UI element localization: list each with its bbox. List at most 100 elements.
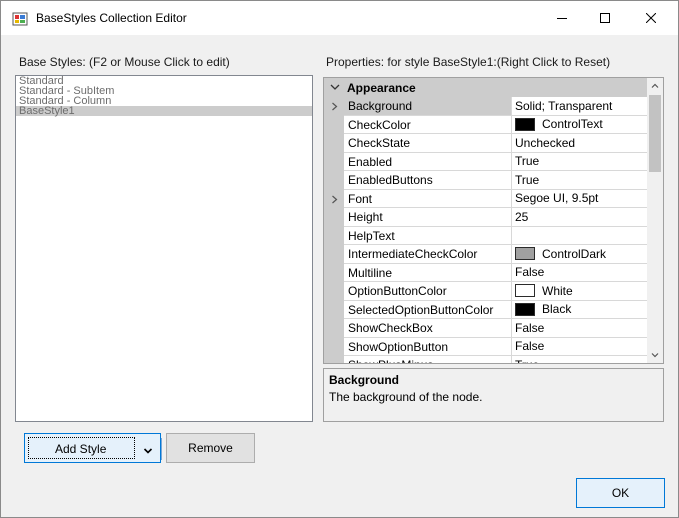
chevron-down-icon bbox=[651, 353, 659, 358]
property-value-text: ControlDark bbox=[542, 246, 607, 261]
property-row[interactable]: EnabledButtons True bbox=[324, 171, 648, 190]
property-row[interactable]: Height 25 bbox=[324, 208, 648, 227]
property-row-margin bbox=[324, 263, 344, 282]
property-row[interactable]: ShowPlusMinusTrue bbox=[324, 356, 648, 363]
property-name[interactable]: Height bbox=[344, 208, 512, 227]
property-row-margin bbox=[324, 208, 344, 227]
properties-label: Properties: for style BaseStyle1:(Right … bbox=[326, 55, 611, 69]
property-value-text: False bbox=[515, 339, 545, 354]
property-value-text: Black bbox=[542, 302, 572, 317]
property-value[interactable]: Unchecked bbox=[512, 134, 648, 153]
property-name[interactable]: CheckColor bbox=[344, 115, 512, 134]
property-name[interactable]: SelectedOptionButtonColor bbox=[344, 300, 512, 319]
property-value[interactable]: ControlText bbox=[512, 116, 648, 134]
add-style-dropdown-button[interactable] bbox=[143, 444, 153, 458]
property-name[interactable]: Font bbox=[344, 189, 512, 208]
property-row-margin bbox=[324, 134, 344, 153]
property-row-margin bbox=[324, 356, 344, 363]
property-value-text: False bbox=[515, 265, 545, 280]
close-icon bbox=[646, 13, 656, 23]
property-row-margin bbox=[324, 97, 344, 116]
property-value[interactable]: False bbox=[512, 338, 648, 356]
property-value-text: False bbox=[515, 320, 545, 335]
property-value-text: True bbox=[515, 172, 540, 187]
property-value[interactable]: False bbox=[512, 264, 648, 282]
chevron-right-icon[interactable] bbox=[331, 195, 338, 204]
property-value-text: True bbox=[515, 356, 539, 363]
close-button[interactable] bbox=[628, 1, 674, 35]
description-pane: Background The background of the node. bbox=[323, 368, 664, 422]
chevron-right-icon[interactable] bbox=[331, 102, 338, 111]
window-title: BaseStyles Collection Editor bbox=[36, 11, 187, 25]
chevron-down-icon[interactable] bbox=[330, 82, 340, 92]
property-name[interactable]: OptionButtonColor bbox=[344, 282, 512, 301]
property-name[interactable]: Multiline bbox=[344, 263, 512, 282]
property-grid-scrollbar[interactable] bbox=[647, 78, 663, 363]
property-value[interactable]: Black bbox=[512, 301, 648, 319]
property-row-margin bbox=[324, 282, 344, 301]
property-row[interactable]: OptionButtonColor White bbox=[324, 282, 648, 301]
property-value[interactable]: False bbox=[512, 319, 648, 338]
property-row[interactable]: ShowCheckBox False bbox=[324, 319, 648, 338]
property-value[interactable]: True bbox=[512, 356, 648, 363]
property-name[interactable]: IntermediateCheckColor bbox=[344, 245, 512, 264]
property-row[interactable]: Font Segoe UI, 9.5pt bbox=[324, 189, 648, 208]
ok-button[interactable]: OK bbox=[576, 478, 665, 508]
property-row[interactable]: Background Solid; Transparent bbox=[324, 97, 648, 116]
property-row-margin bbox=[324, 337, 344, 356]
color-swatch bbox=[515, 247, 535, 261]
split-separator bbox=[161, 438, 162, 460]
property-row-margin bbox=[324, 245, 344, 264]
property-name[interactable]: ShowPlusMinus bbox=[344, 356, 512, 363]
property-value[interactable]: Segoe UI, 9.5pt bbox=[512, 190, 648, 208]
property-row[interactable]: Multiline False bbox=[324, 263, 648, 282]
minimize-icon bbox=[557, 18, 567, 19]
title-bar[interactable]: BaseStyles Collection Editor bbox=[1, 1, 678, 35]
scroll-thumb[interactable] bbox=[649, 95, 661, 172]
property-grid[interactable]: Appearance Background Solid; Transparent C… bbox=[323, 77, 664, 364]
property-value[interactable] bbox=[512, 227, 648, 245]
property-row[interactable]: Enabled True bbox=[324, 152, 648, 171]
base-styles-list[interactable]: Standard Standard - SubItem Standard - C… bbox=[15, 75, 313, 422]
property-value-text: Segoe UI, 9.5pt bbox=[515, 191, 599, 206]
property-row[interactable]: HelpText bbox=[324, 226, 648, 245]
property-row[interactable]: CheckColor ControlText bbox=[324, 115, 648, 134]
scroll-down-button[interactable] bbox=[647, 347, 663, 363]
property-value[interactable]: True bbox=[512, 171, 648, 190]
property-value[interactable]: ControlDark bbox=[512, 245, 648, 264]
property-value-text: True bbox=[515, 154, 540, 169]
chevron-down-icon bbox=[143, 448, 153, 454]
property-row[interactable]: CheckState Unchecked bbox=[324, 134, 648, 153]
remove-button[interactable]: Remove bbox=[166, 433, 255, 463]
maximize-button[interactable] bbox=[582, 1, 628, 35]
property-value[interactable]: White bbox=[512, 282, 648, 301]
property-value[interactable]: True bbox=[512, 153, 648, 171]
property-row[interactable]: SelectedOptionButtonColor Black bbox=[324, 300, 648, 319]
property-value[interactable]: 25 bbox=[512, 208, 648, 227]
property-row[interactable]: IntermediateCheckColor ControlDark bbox=[324, 245, 648, 264]
property-name[interactable]: CheckState bbox=[344, 134, 512, 153]
list-item-selected[interactable]: BaseStyle1 bbox=[16, 106, 312, 117]
property-value-text: Unchecked bbox=[515, 135, 576, 150]
property-name[interactable]: ShowCheckBox bbox=[344, 319, 512, 338]
add-style-split-button[interactable]: Add Style bbox=[24, 433, 162, 463]
property-value[interactable]: Solid; Transparent bbox=[512, 97, 648, 116]
property-value-text: White bbox=[542, 283, 573, 298]
property-row-margin bbox=[324, 152, 344, 171]
property-row-margin bbox=[324, 189, 344, 208]
property-name[interactable]: HelpText bbox=[344, 226, 512, 245]
category-appearance[interactable]: Appearance bbox=[324, 78, 648, 97]
color-swatch bbox=[515, 284, 535, 298]
color-swatch bbox=[515, 302, 535, 316]
property-name[interactable]: ShowOptionButton bbox=[344, 337, 512, 356]
property-row-margin bbox=[324, 171, 344, 190]
description-title: Background bbox=[329, 373, 400, 387]
property-row[interactable]: ShowOptionButton False bbox=[324, 337, 648, 356]
scroll-up-button[interactable] bbox=[647, 78, 663, 94]
minimize-button[interactable] bbox=[539, 1, 585, 35]
property-rows: Appearance Background Solid; Transparent C… bbox=[324, 78, 648, 363]
property-name[interactable]: EnabledButtons bbox=[344, 171, 512, 190]
property-name[interactable]: Background bbox=[344, 97, 512, 116]
maximize-icon bbox=[600, 13, 610, 23]
property-name[interactable]: Enabled bbox=[344, 152, 512, 171]
